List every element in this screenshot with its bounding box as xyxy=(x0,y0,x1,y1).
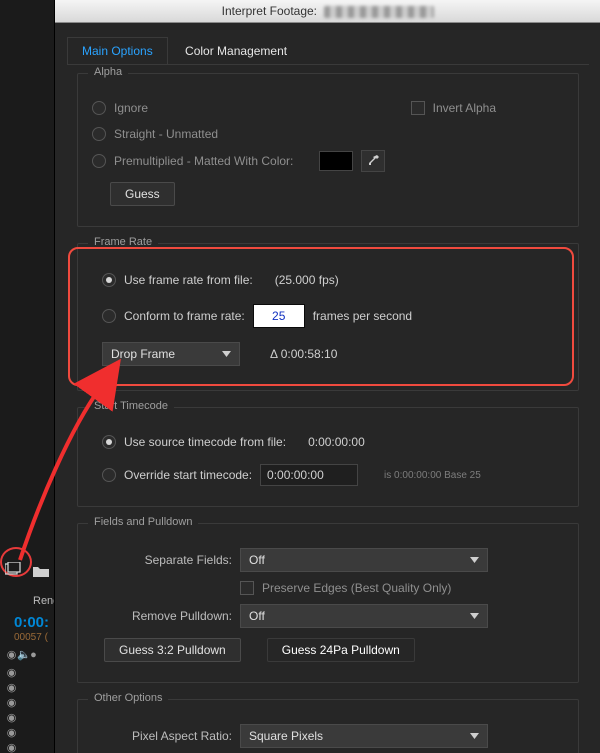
radio-conform-frame-rate[interactable] xyxy=(102,309,116,323)
chevron-down-icon xyxy=(222,351,231,357)
filename-blurred xyxy=(324,6,434,18)
radio-premultiplied[interactable] xyxy=(92,154,106,168)
folder-icon[interactable] xyxy=(33,565,49,580)
legend-frame-rate: Frame Rate xyxy=(88,236,158,248)
guess-24pa-pulldown-button[interactable]: Guess 24Pa Pulldown xyxy=(267,638,415,662)
tab-color-management[interactable]: Color Management xyxy=(171,38,301,64)
select-drop-frame-value: Drop Frame xyxy=(111,343,175,365)
chevron-down-icon xyxy=(470,613,479,619)
radio-ignore[interactable] xyxy=(92,101,106,115)
radio-override-timecode[interactable] xyxy=(102,468,116,482)
matte-color-swatch[interactable] xyxy=(319,151,353,171)
layer-eye[interactable]: ◉ xyxy=(6,696,46,711)
label-use-file-frame-rate: Use frame rate from file: xyxy=(124,273,253,287)
label-duration-delta: Δ 0:00:58:10 xyxy=(270,347,337,361)
label-base: is 0:00:00:00 Base 25 xyxy=(384,470,481,481)
app-left-strip: Rend 0:00: 00057 ( ◉🔈● ◉ ◉ ◉ ◉ ◉ ◉ xyxy=(0,0,54,753)
interpret-footage-icon[interactable] xyxy=(5,562,23,579)
label-conform-frame-rate: Conform to frame rate: xyxy=(124,309,245,323)
input-override-timecode[interactable] xyxy=(260,464,358,486)
value-source-timecode: 0:00:00:00 xyxy=(308,435,365,449)
checkbox-invert-alpha[interactable] xyxy=(411,101,425,115)
group-alpha: Alpha Ignore Invert Alpha Straight - Unm… xyxy=(77,73,579,227)
label-pixel-aspect-ratio: Pixel Aspect Ratio: xyxy=(92,729,232,743)
legend-other-options: Other Options xyxy=(88,692,168,704)
timeline-frame: 00057 ( xyxy=(14,632,48,643)
legend-fields-pulldown: Fields and Pulldown xyxy=(88,516,198,528)
guess-32-pulldown-button[interactable]: Guess 3:2 Pulldown xyxy=(104,638,241,662)
radio-use-source-timecode[interactable] xyxy=(102,435,116,449)
window-title: Interpret Footage: xyxy=(222,4,317,18)
input-conform-fps[interactable] xyxy=(253,304,305,328)
label-preserve-edges: Preserve Edges (Best Quality Only) xyxy=(262,581,451,595)
group-start-timecode: Start Timecode Use source timecode from … xyxy=(77,407,579,507)
chevron-down-icon xyxy=(470,557,479,563)
select-remove-pulldown[interactable]: Off xyxy=(240,604,488,628)
titlebar[interactable]: Interpret Footage: xyxy=(55,0,600,23)
layer-eye[interactable]: ◉ xyxy=(6,726,46,741)
guess-alpha-button[interactable]: Guess xyxy=(110,182,175,206)
checkbox-preserve-edges[interactable] xyxy=(240,581,254,595)
label-use-source-timecode: Use source timecode from file: xyxy=(124,435,286,449)
group-frame-rate: Frame Rate Use frame rate from file: (25… xyxy=(77,243,579,391)
eyedropper-button[interactable] xyxy=(361,150,385,172)
label-fps-suffix: frames per second xyxy=(313,309,412,323)
legend-start-timecode: Start Timecode xyxy=(88,400,174,412)
layer-switches[interactable]: ◉🔈● xyxy=(6,648,46,663)
label-straight: Straight - Unmatted xyxy=(114,127,218,141)
select-separate-fields-value: Off xyxy=(249,549,265,571)
radio-use-file-frame-rate[interactable] xyxy=(102,273,116,287)
label-invert-alpha: Invert Alpha xyxy=(433,101,496,115)
radio-straight[interactable] xyxy=(92,127,106,141)
legend-alpha: Alpha xyxy=(88,66,128,78)
value-file-frame-rate: (25.000 fps) xyxy=(275,273,339,287)
group-other-options: Other Options Pixel Aspect Ratio: Square… xyxy=(77,699,579,753)
timeline-timecode[interactable]: 0:00: xyxy=(14,614,49,631)
select-separate-fields[interactable]: Off xyxy=(240,548,488,572)
label-separate-fields: Separate Fields: xyxy=(92,553,232,567)
label-ignore: Ignore xyxy=(114,101,148,115)
select-pixel-aspect-ratio[interactable]: Square Pixels xyxy=(240,724,488,748)
tab-main-options[interactable]: Main Options xyxy=(67,37,168,64)
label-remove-pulldown: Remove Pulldown: xyxy=(92,609,232,623)
tab-underline xyxy=(67,64,589,65)
interpret-footage-dialog: Interpret Footage: Main Options Color Ma… xyxy=(54,0,600,753)
chevron-down-icon xyxy=(470,733,479,739)
layer-eye[interactable]: ◉ xyxy=(6,711,46,726)
label-premultiplied: Premultiplied - Matted With Color: xyxy=(114,154,293,168)
layer-eye[interactable]: ◉ xyxy=(6,681,46,696)
select-pixel-aspect-ratio-value: Square Pixels xyxy=(249,725,323,747)
layer-eye[interactable]: ◉ xyxy=(6,666,46,681)
select-remove-pulldown-value: Off xyxy=(249,605,265,627)
group-fields-pulldown: Fields and Pulldown Separate Fields: Off… xyxy=(77,523,579,683)
select-drop-frame[interactable]: Drop Frame xyxy=(102,342,240,366)
layer-eye[interactable]: ◉ xyxy=(6,741,46,753)
tabs: Main Options Color Management xyxy=(67,37,589,65)
label-override-timecode: Override start timecode: xyxy=(124,468,252,482)
